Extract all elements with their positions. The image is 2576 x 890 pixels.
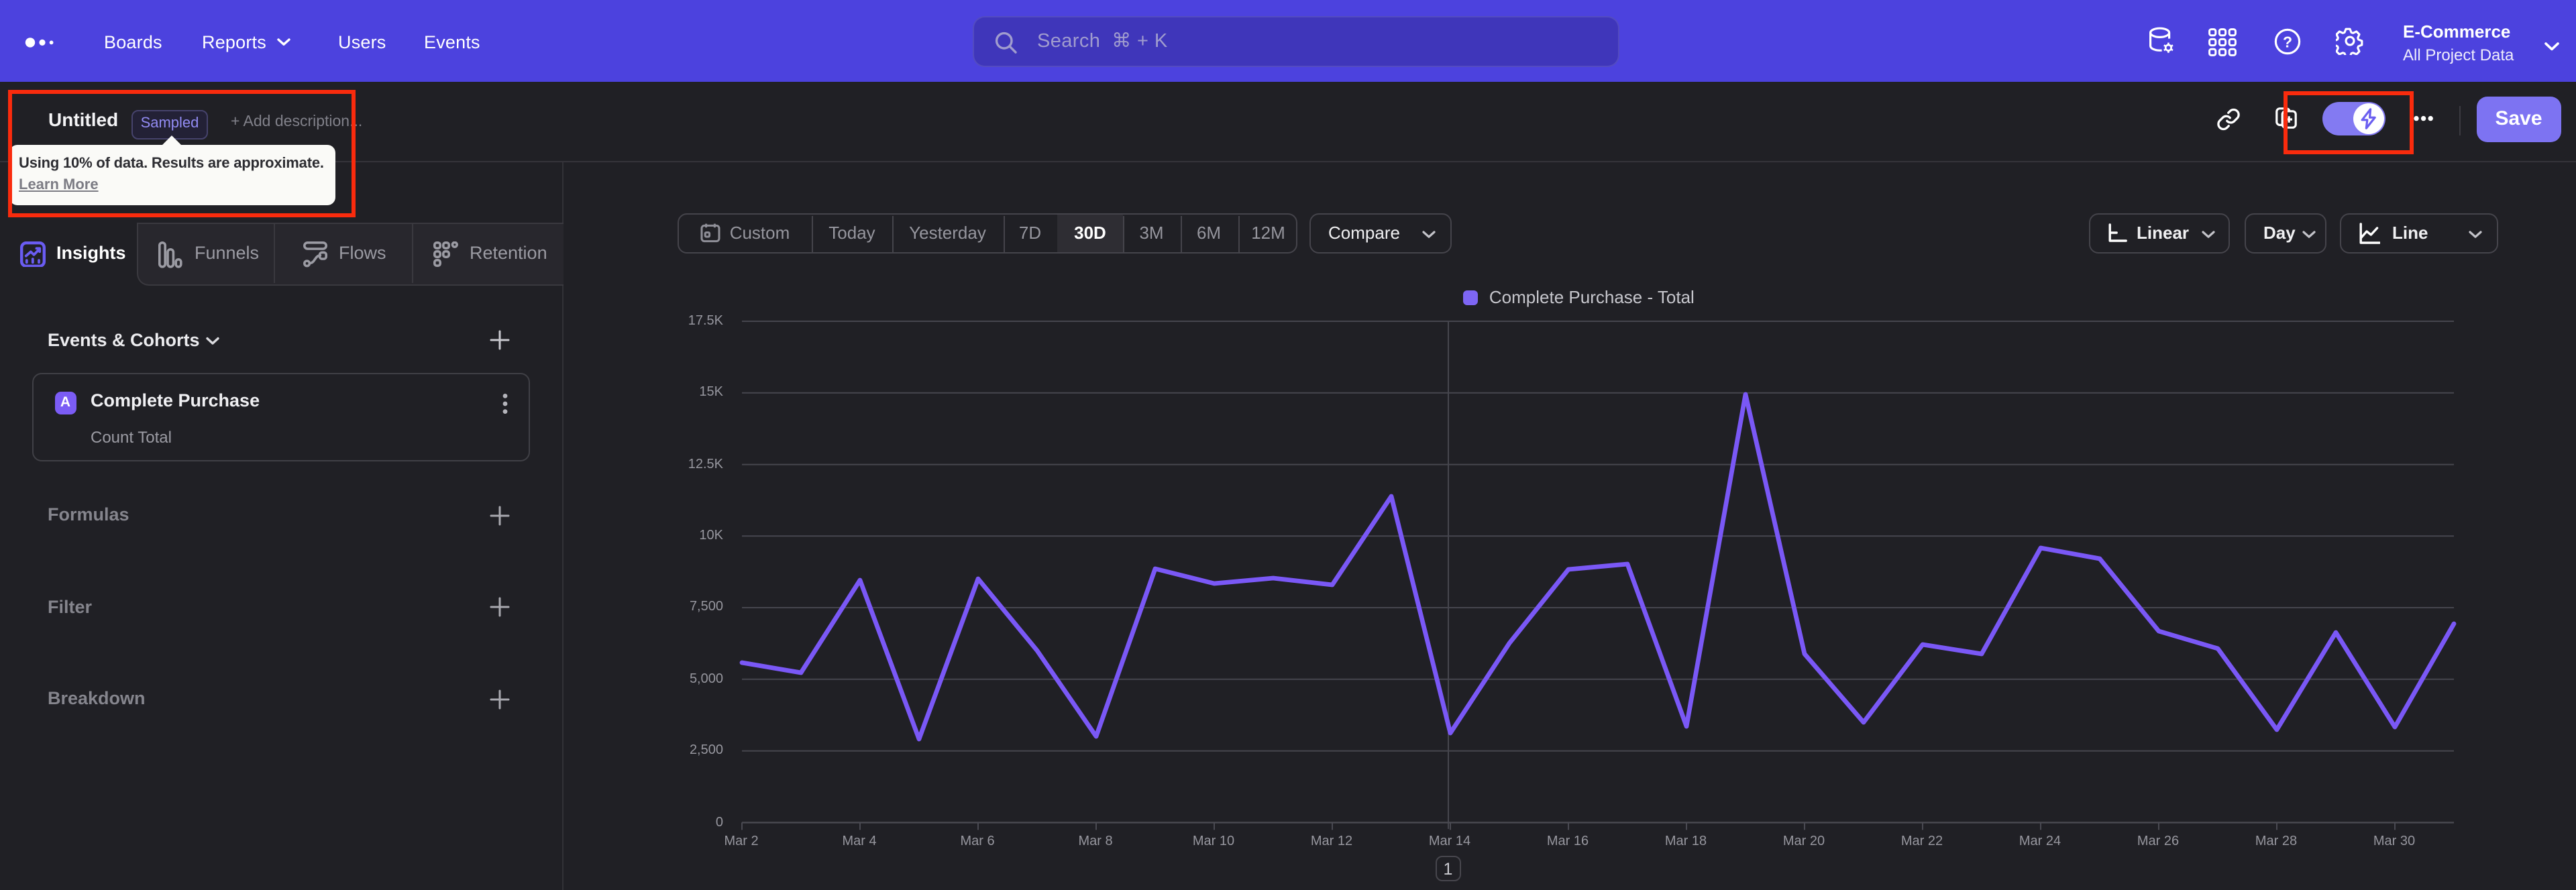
- svg-text:?: ?: [2283, 33, 2292, 50]
